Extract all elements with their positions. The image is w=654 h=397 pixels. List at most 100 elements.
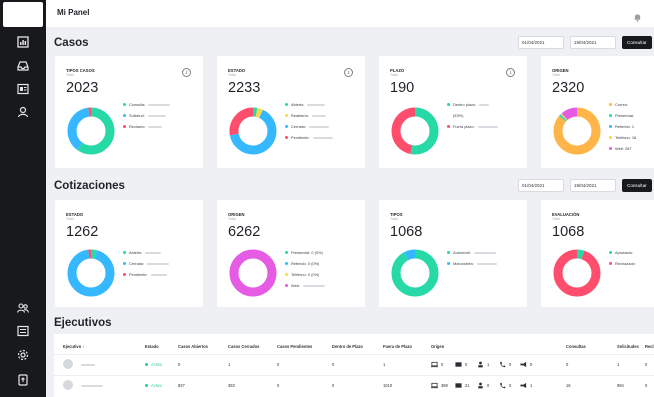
download-icon[interactable]: ⇩ (344, 68, 353, 77)
bell-icon[interactable] (633, 9, 642, 22)
redacted-value (148, 103, 171, 106)
redacted-value (479, 103, 490, 106)
cell-origen-telefono: 0 (509, 362, 512, 367)
col-dentro-plazo[interactable]: Dentro de Plazo (332, 344, 363, 349)
col-estado[interactable]: Estado (145, 344, 159, 349)
card-subtitle: Total (552, 73, 560, 77)
legend-item: Abierto: (285, 99, 333, 110)
legend-label: Teléfono: 18 (615, 135, 637, 140)
cell-pendientes: 0 (277, 362, 280, 367)
card-subtitle: Total (66, 73, 74, 77)
legend-label: Teléfono: 0 (0%) (291, 272, 320, 277)
legend-dot (285, 262, 288, 265)
download-icon[interactable]: ⇩ (506, 68, 515, 77)
phone-icon (500, 382, 506, 389)
cell-origen-correo: 0 (465, 362, 468, 367)
card-plazo: PLAZO Total 190 ⇩ Dentro plazo: (53%) Fu… (379, 56, 527, 168)
inbox-icon[interactable] (15, 58, 31, 74)
redacted-value (150, 273, 167, 276)
table-row[interactable]: Activo 0 1 0 0 1 0 0 1 0 0 0 1 0 (54, 354, 654, 374)
legend-item: Cerrado: (285, 121, 333, 132)
donut-slice-autom-vil[interactable] (391, 249, 439, 297)
card-cot-origen: ORIGEN Total 6262 Presencial: 0 (0%) Ref… (217, 200, 365, 307)
col-casos-cerrados[interactable]: Casos Cerrados (228, 344, 259, 349)
export-icon[interactable] (15, 372, 31, 388)
col-casos-pendientes[interactable]: Casos Pendientes (277, 344, 312, 349)
users-icon[interactable] (15, 300, 31, 316)
cell-fuera: 1 (383, 362, 386, 367)
legend-dot (609, 262, 612, 265)
legend: Abierto: Cerrado: Pendiente: (123, 247, 170, 280)
legend-item: Teléfono: 0 (0%) (285, 269, 325, 280)
casos-consultar-button[interactable]: Consultar (622, 36, 652, 49)
legend-dot (285, 103, 288, 106)
legend-item: Presencial: 0 (0%) (285, 247, 325, 258)
col-fuera-plazo[interactable]: Fuera de Plazo (383, 344, 412, 349)
legend-label: Reclamo: (129, 124, 146, 129)
card-total: 2233 (228, 80, 261, 96)
layout-icon[interactable] (15, 81, 31, 97)
card-total: 6262 (228, 224, 261, 240)
cotizaciones-date-to[interactable]: 19/04/2021 (570, 179, 616, 192)
legend: Correo: Presencial: Referido: 1 Teléfono… (609, 99, 636, 154)
redacted-value (307, 103, 326, 106)
legend-item: Automóvil: (447, 247, 497, 258)
user-icon[interactable] (15, 104, 31, 120)
col-consultas[interactable]: Consultas (566, 344, 586, 349)
legend-dot (609, 125, 612, 128)
col-casos-abiertos[interactable]: Casos Abiertos (178, 344, 208, 349)
donut-slice-web[interactable] (229, 249, 277, 297)
card-estado: ESTADO Total 2233 ⇩ Abierto: Reabierto: … (217, 56, 365, 168)
cell-cerrados: 383 (228, 383, 235, 388)
card-origen: ORIGEN Total 2320 Correo: Presencial: Re… (541, 56, 654, 168)
card-subtitle: Total (228, 73, 236, 77)
legend-item: (53%) (447, 110, 498, 121)
card-subtitle: Total (228, 217, 236, 221)
legend-dot (285, 136, 288, 139)
legend-dot (447, 103, 450, 106)
table-row[interactable]: Activo 827 383 0 0 1010 388 21 0 0 1 16 … (54, 375, 654, 395)
person-icon (478, 361, 483, 368)
status-dot (145, 384, 148, 387)
cell-abiertos: 827 (178, 383, 185, 388)
col-reclamos[interactable]: Recl (645, 344, 654, 349)
col-origen[interactable]: Origen (431, 344, 444, 349)
col-solicitudes[interactable]: Solicitudes (617, 344, 639, 349)
donut-slice-cerrado[interactable] (67, 249, 115, 297)
legend-label: Cerrado: (129, 261, 145, 266)
casos-date-from[interactable]: 01/04/2021 (518, 36, 564, 49)
settings-icon[interactable] (15, 347, 31, 363)
cell-origen-telefono: 0 (509, 383, 512, 388)
card-total: 2320 (552, 80, 585, 96)
cell-consultas: 16 (566, 383, 571, 388)
legend-item: Solicitud: (123, 110, 170, 121)
cell-origen-web: 388 (441, 383, 448, 388)
legend-label: Rechazado: (615, 261, 636, 266)
legend-label: Automóvil: (453, 250, 472, 255)
card-cot-estado: ESTADO Total 1262 Abierto: Cerrado: Pend… (55, 200, 203, 307)
donut-slice-rechazado[interactable] (553, 249, 601, 297)
download-icon[interactable]: ⇩ (182, 68, 191, 77)
legend-label: Fuera plazo: (453, 124, 475, 129)
legend-item: Correo: (609, 99, 636, 110)
legend-item: Referido: 0 (0%) (285, 258, 325, 269)
cotizaciones-consultar-button[interactable]: Consultar (622, 179, 652, 192)
legend-item: Dentro plazo: (447, 99, 498, 110)
casos-date-to[interactable]: 19/04/2021 (570, 36, 616, 49)
legend-item: Web: 287 (609, 143, 636, 154)
col-ejecutivo[interactable]: Ejecutivo ↑ (63, 344, 84, 349)
donut-chart (229, 249, 277, 297)
phone-icon (500, 361, 506, 368)
ejecutivos-title: Ejecutivos (54, 317, 112, 329)
legend-dot (285, 114, 288, 117)
list-icon[interactable] (15, 323, 31, 339)
cell-fuera: 1010 (383, 383, 393, 388)
cell-solicitudes: 1 (617, 362, 620, 367)
logo[interactable] (3, 2, 43, 27)
cotizaciones-date-from[interactable]: 01/04/2021 (518, 179, 564, 192)
card-cot-evaluacion: EVALUACIÓN Total 1068 Aprobado: Rechazad… (541, 200, 654, 307)
redacted-value (303, 284, 326, 287)
chart-icon[interactable] (15, 34, 31, 50)
legend-item: Presencial: (609, 110, 636, 121)
redacted-value (312, 136, 333, 139)
